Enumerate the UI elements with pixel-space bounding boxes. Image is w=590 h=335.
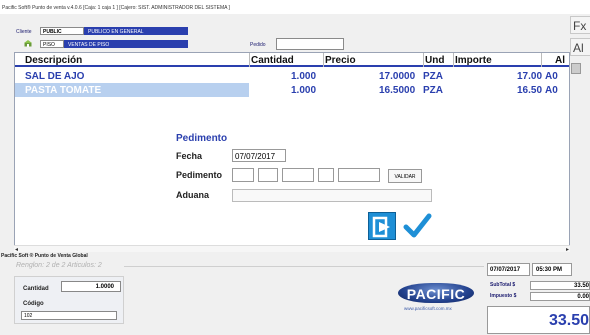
- impuesto-value: 0.00: [530, 292, 590, 301]
- cell-importe: 16.50: [517, 85, 543, 96]
- cell-importe: 17.00: [517, 71, 543, 82]
- cantidad-field[interactable]: 1.0000: [61, 281, 121, 292]
- pedimento-title: Pedimento: [176, 133, 228, 144]
- totals-panel: 07/07/2017 05:30 PM SubTotal $ 33.50 Imp…: [486, 262, 590, 335]
- col-divider: [423, 53, 424, 67]
- status-divider: [124, 266, 484, 267]
- scroll-right-icon[interactable]: ▸: [566, 246, 569, 253]
- col-und[interactable]: Und: [425, 55, 444, 66]
- col-descripcion[interactable]: Descripción: [25, 55, 82, 66]
- scroll-left-icon[interactable]: ◂: [15, 246, 18, 253]
- fecha-label: Fecha: [176, 151, 203, 161]
- subtotal-value: 33.50: [530, 281, 590, 290]
- pedimento-field-3[interactable]: [282, 168, 314, 182]
- cell-cantidad: 1.000: [291, 71, 317, 82]
- floor-code-field[interactable]: PISO: [40, 40, 64, 48]
- cell-precio: 17.0000: [379, 71, 416, 82]
- cell-descripcion: PASTA TOMATE: [25, 85, 102, 96]
- quantity-panel: Cantidad 1.0000 Código 102: [14, 276, 124, 324]
- impuesto-label: Impuesto $: [490, 293, 517, 299]
- cell-precio: 16.5000: [379, 85, 416, 96]
- logo-url: www.pacificsoft.com.mx: [404, 306, 452, 311]
- col-almacen[interactable]: Al: [555, 55, 565, 66]
- pedimento-field-4[interactable]: [318, 168, 334, 182]
- aduana-field[interactable]: [232, 189, 432, 202]
- aduana-label: Aduana: [176, 190, 210, 200]
- date-display: 07/07/2017: [487, 263, 530, 276]
- col-divider: [541, 53, 542, 67]
- col-importe[interactable]: Importe: [455, 55, 492, 66]
- side-button-fx[interactable]: Fx: [570, 16, 590, 34]
- subtotal-label: SubTotal $: [490, 282, 516, 288]
- items-grid[interactable]: Descripción Cantidad Precio Und Importe …: [14, 52, 570, 248]
- exit-icon: [372, 216, 390, 238]
- pedimento-field-1[interactable]: [232, 168, 254, 182]
- pedimento-field-5[interactable]: [338, 168, 380, 182]
- selected-cell[interactable]: PASTA TOMATE: [15, 83, 249, 97]
- side-button-al[interactable]: Al: [570, 38, 590, 56]
- floor-name-field: VENTAS DE PISO: [64, 40, 188, 48]
- client-code-field[interactable]: PUBLIC: [40, 27, 84, 35]
- grid-scrollbar[interactable]: ◂ ▸: [14, 245, 570, 253]
- total-display: 33.50: [487, 306, 590, 334]
- check-icon: [403, 213, 432, 238]
- store-icon: [24, 40, 32, 47]
- pedido-field[interactable]: [276, 38, 344, 50]
- cell-und: PZA: [423, 85, 443, 96]
- codigo-field[interactable]: 102: [21, 311, 117, 320]
- pedimento-field-2[interactable]: [258, 168, 278, 182]
- col-divider: [453, 53, 454, 67]
- pedido-label: Pedido: [250, 42, 266, 48]
- pacific-logo: PACIFIC: [398, 283, 474, 303]
- col-divider: [249, 53, 250, 67]
- col-cantidad[interactable]: Cantidad: [251, 55, 294, 66]
- time-display: 05:30 PM: [532, 263, 572, 276]
- cell-descripcion: SAL DE AJO: [25, 71, 85, 82]
- validar-button[interactable]: VALIDAR: [388, 169, 422, 183]
- cell-almacen: A0: [545, 71, 558, 82]
- cell-almacen: A0: [545, 85, 558, 96]
- pedimento-label: Pedimento: [176, 170, 223, 180]
- col-precio[interactable]: Precio: [325, 55, 356, 66]
- codigo-label: Código: [23, 301, 44, 307]
- status-text: Renglon: 2 de 2 Articulos: 2: [16, 262, 102, 269]
- table-row[interactable]: SAL DE AJO 1.000 17.0000 PZA 17.00 A0: [15, 69, 569, 83]
- side-button-small[interactable]: [571, 63, 581, 74]
- fecha-field[interactable]: 07/07/2017: [232, 149, 286, 162]
- client-name-field: PUBLICO EN GENERAL: [84, 27, 188, 35]
- exit-button[interactable]: [368, 212, 396, 240]
- window-title: Pacific Soft® Punto de venta v.4.0.6 [Ca…: [0, 0, 590, 14]
- cell-und: PZA: [423, 71, 443, 82]
- brand-label: Pacific Soft ® Punto de Venta Global: [1, 253, 88, 259]
- table-row[interactable]: PASTA TOMATE 1.000 16.5000 PZA 16.50 A0: [15, 83, 569, 97]
- accept-button[interactable]: [402, 212, 432, 240]
- grid-header: Descripción Cantidad Precio Und Importe …: [15, 53, 569, 67]
- client-label: Cliente: [16, 29, 32, 35]
- col-divider: [323, 53, 324, 67]
- cell-cantidad: 1.000: [291, 85, 317, 96]
- cantidad-label: Cantidad: [23, 286, 49, 292]
